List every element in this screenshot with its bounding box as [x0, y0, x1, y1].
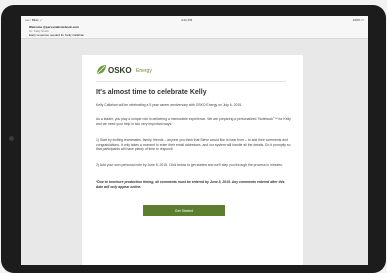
intro-paragraph: Kelly Callahan will be celebrating a 5 y… [96, 103, 243, 107]
logo-brand-sub: Energy [136, 68, 152, 74]
deadline-note: *Due to brochure production timing, all … [96, 180, 285, 189]
carrier-signal: ••••○ BELL ✓ [25, 18, 43, 22]
ipad-screen: ••••○ BELL ✓ 4:21 PM 100% ▭ Welcome @per… [21, 16, 368, 265]
leaf-logo-icon [96, 65, 106, 75]
camera-icon [9, 136, 14, 141]
ipad-device-frame: ••••○ BELL ✓ 4:21 PM 100% ▭ Welcome @per… [1, 5, 386, 273]
mail-preview: Early response needed for Kelly Callahan [29, 33, 85, 37]
email-card: OSKO Energy It's almost time to celebrat… [82, 55, 303, 265]
leader-paragraph: As a leader, you play a unique role in d… [96, 117, 291, 126]
email-headline: It's almost time to celebrate Kelly [96, 89, 207, 96]
osko-energy-logo: OSKO Energy [96, 64, 156, 76]
get-started-button[interactable]: Get Started [143, 205, 225, 216]
mail-header: Welcome @personalnotebook.com To: Kelly … [21, 24, 368, 39]
status-bar: ••••○ BELL ✓ 4:21 PM 100% ▭ [21, 16, 368, 24]
step-two-paragraph: 2) Add your own personal note by June 8,… [96, 163, 283, 167]
battery-indicator: 100% ▭ [352, 18, 364, 22]
status-time: 4:21 PM [181, 18, 193, 22]
logo-brand-text: OSKO [108, 66, 132, 75]
email-body-area: OSKO Energy It's almost time to celebrat… [21, 39, 368, 265]
header-divider [96, 81, 286, 82]
step-one-paragraph: 1) Start by inviting teammates, family, … [96, 138, 291, 151]
